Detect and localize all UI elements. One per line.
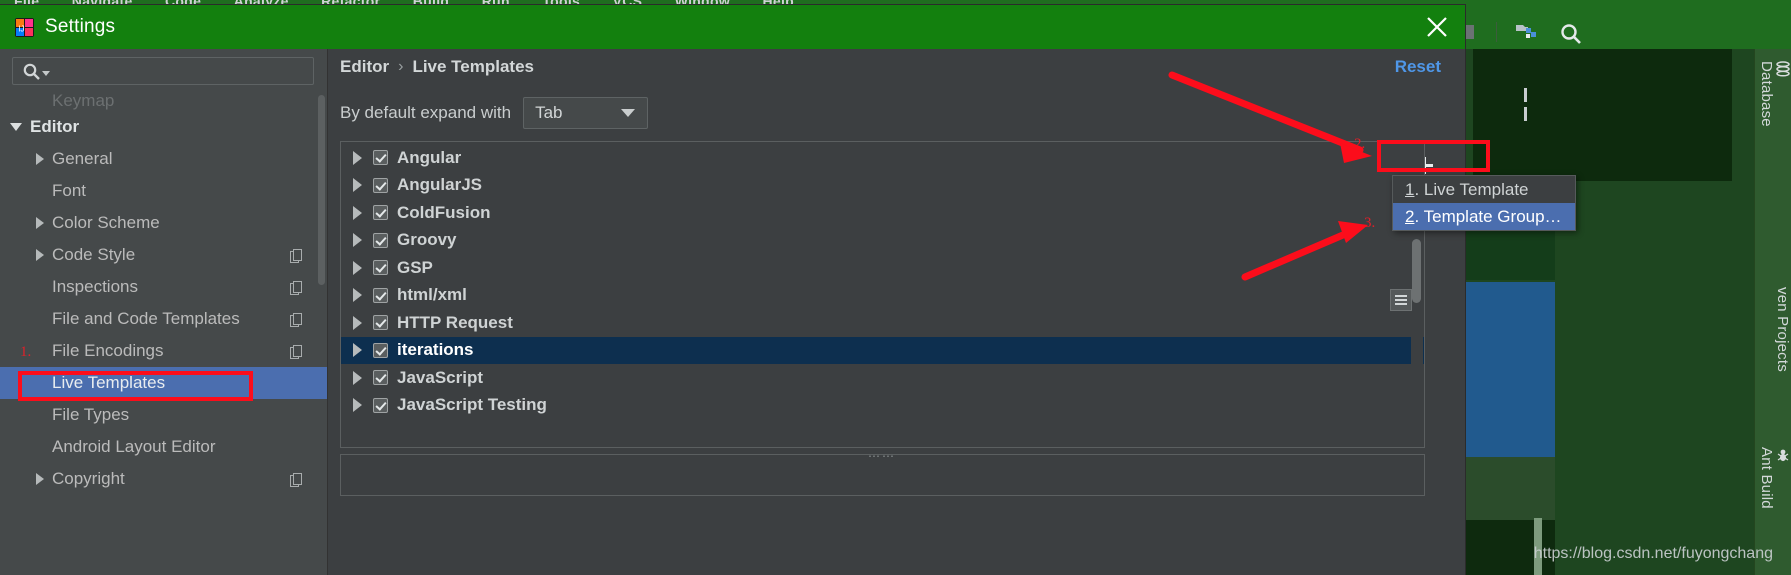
watermark: https://blog.csdn.net/fuyongchang bbox=[1533, 545, 1773, 562]
annotation-arrows bbox=[1168, 71, 1372, 281]
screenshot-root: File Navigate Code Analyze Refactor Buil… bbox=[0, 0, 1791, 575]
